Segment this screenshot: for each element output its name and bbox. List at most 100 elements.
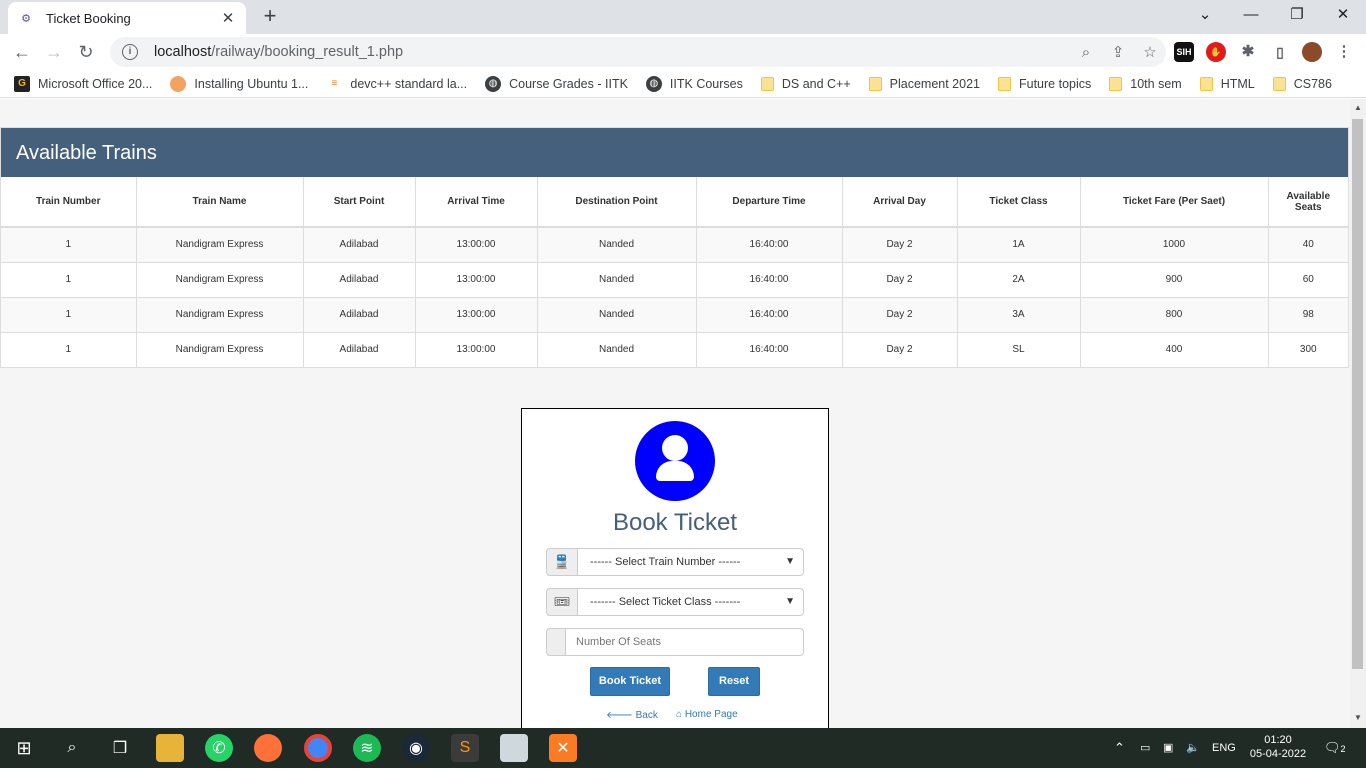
windows-start-icon[interactable]: ⊞	[10, 734, 38, 762]
column-header: Departure Time	[696, 177, 843, 228]
back-link[interactable]: 🡐 Back	[606, 709, 658, 721]
notifications-icon[interactable]: 🗨2	[1324, 728, 1346, 768]
volume-icon[interactable]: 🔈	[1186, 728, 1200, 768]
bookmark-item[interactable]: ◍ IITK Courses	[645, 75, 743, 92]
image-viewer-icon[interactable]	[500, 734, 528, 762]
table-cell: 1A	[957, 226, 1081, 262]
back-arrow-icon[interactable]: ←	[8, 38, 36, 66]
bookmark-folder[interactable]: Placement 2021	[868, 76, 980, 91]
form-title: Book Ticket	[612, 509, 738, 536]
chrome-icon[interactable]	[304, 734, 332, 762]
side-panel-icon[interactable]: ▯	[1270, 42, 1290, 62]
close-window-button[interactable]: ✕	[1320, 0, 1366, 30]
adblock-extension-icon[interactable]: ✋	[1206, 42, 1226, 62]
bookmark-item[interactable]: ≡ devc++ standard la...	[326, 76, 467, 92]
reset-button[interactable]: Reset	[708, 667, 760, 696]
bookmark-label: Course Grades - IITK	[509, 76, 628, 91]
table-cell: Nanded	[537, 226, 697, 262]
battery-icon[interactable]: ▭	[1140, 728, 1150, 768]
number-of-seats-input[interactable]	[566, 628, 804, 656]
steam-icon[interactable]: ◉	[402, 734, 430, 762]
minimize-button[interactable]: —	[1228, 0, 1274, 30]
menu-kebab-icon[interactable]: ⋮	[1334, 42, 1354, 62]
bookmark-folder[interactable]: CS786	[1272, 76, 1332, 91]
train-number-select[interactable]: ------ Select Train Number ------ ▼	[578, 548, 804, 576]
table-row: 1 Nandigram Express Adilabad 13:00:00 Na…	[1, 296, 1348, 332]
address-bar[interactable]: i localhost/railway/booking_result_1.php…	[110, 37, 1166, 67]
show-hidden-icons-icon[interactable]: ⌃	[1114, 728, 1125, 768]
table-cell: Nandigram Express	[136, 226, 304, 262]
task-view-icon[interactable]: ❒	[106, 734, 134, 762]
table-cell: 13:00:00	[415, 261, 538, 297]
bookmark-folder[interactable]: 10th sem	[1109, 76, 1182, 91]
scroll-up-icon[interactable]: ▲	[1354, 103, 1362, 112]
page-scrollbar[interactable]: ▲ ▼	[1350, 99, 1366, 728]
scrollbar-thumb[interactable]	[1352, 119, 1363, 669]
table-cell: 16:40:00	[696, 296, 843, 332]
bookmark-folder[interactable]: Future topics	[998, 76, 1091, 91]
file-explorer-icon[interactable]	[156, 734, 184, 762]
ticket-icon: 🎟	[546, 588, 578, 616]
new-tab-button[interactable]: +	[258, 4, 282, 28]
bookmark-folder[interactable]: DS and C++	[760, 76, 851, 91]
network-icon[interactable]: ▣	[1163, 728, 1173, 768]
column-header: Destination Point	[537, 177, 697, 228]
xampp-icon[interactable]: ✕	[549, 734, 577, 762]
firefox-icon[interactable]	[254, 734, 282, 762]
available-trains-panel: Available Trains Train Number Train Name…	[0, 127, 1349, 368]
clock-date: 05-04-2022	[1249, 748, 1307, 760]
url-host: localhost	[154, 44, 212, 60]
ticket-class-select[interactable]: ------- Select Ticket Class ------- ▼	[578, 588, 804, 616]
bookmark-folder[interactable]: HTML	[1199, 76, 1255, 91]
column-header: Train Number	[1, 177, 137, 228]
train-icon: 🚆	[546, 548, 578, 576]
site-info-icon[interactable]: i	[122, 44, 138, 60]
bookmark-label: devc++ standard la...	[350, 76, 468, 91]
bookmark-item[interactable]: ◍ Course Grades - IITK	[485, 75, 628, 92]
ubuntu-icon	[170, 75, 187, 92]
clock-time: 01:20	[1264, 734, 1292, 746]
folder-icon	[760, 76, 774, 91]
sublime-text-icon[interactable]: S	[451, 734, 479, 762]
notification-count: 2	[1340, 744, 1346, 754]
spotify-icon[interactable]: ≋	[353, 734, 381, 762]
zoom-icon[interactable]: ⌕	[1070, 44, 1102, 61]
table-cell: Nanded	[537, 261, 697, 297]
scroll-down-icon[interactable]: ▼	[1354, 713, 1362, 722]
office-icon: G	[14, 75, 30, 92]
train-select-value: ------ Select Train Number ------	[590, 556, 741, 568]
whatsapp-icon[interactable]: ✆	[205, 734, 233, 762]
language-indicator[interactable]: ENG	[1212, 728, 1236, 768]
close-tab-icon[interactable]: ✕	[220, 9, 236, 27]
stackoverflow-icon: ≡	[331, 78, 338, 89]
bookmark-item[interactable]: Installing Ubuntu 1...	[170, 75, 308, 92]
bookmark-label: DS and C++	[781, 76, 851, 91]
table-cell: 16:40:00	[696, 331, 843, 367]
tab-strip: ⚙ Ticket Booking ✕ + ⌄ — ❐ ✕	[0, 0, 1366, 34]
profile-avatar[interactable]	[1302, 42, 1322, 62]
url-path: /railway/booking_result_1.php	[211, 44, 404, 60]
forward-arrow-icon[interactable]: →	[40, 38, 68, 66]
table-cell: Day 2	[842, 226, 958, 262]
tab-search-chevron-icon[interactable]: ⌄	[1182, 0, 1228, 30]
bookmark-item[interactable]: G Microsoft Office 20...	[14, 75, 152, 92]
user-avatar-icon	[635, 421, 715, 501]
site-favicon-icon: ⚙	[21, 12, 31, 25]
sih-extension-icon[interactable]: SIH	[1174, 42, 1194, 62]
table-cell: 300	[1268, 331, 1348, 367]
bookmark-star-icon[interactable]: ☆	[1134, 43, 1166, 61]
url-text[interactable]: localhost/railway/booking_result_1.php	[154, 44, 1070, 60]
home-page-link[interactable]: ⌂ Home Page	[676, 709, 738, 720]
reload-icon[interactable]: ↻	[72, 38, 100, 66]
restore-button[interactable]: ❐	[1274, 0, 1320, 30]
table-cell: Day 2	[842, 331, 958, 367]
tab-ticket-booking[interactable]: ⚙ Ticket Booking ✕	[8, 2, 246, 34]
extensions-puzzle-icon[interactable]: ✱	[1238, 42, 1258, 62]
table-cell: Day 2	[842, 261, 958, 297]
book-ticket-button[interactable]: Book Ticket	[590, 667, 670, 696]
bookmarks-bar: G Microsoft Office 20... Installing Ubunt…	[0, 70, 1366, 98]
home-icon: ⌂	[676, 709, 685, 720]
search-icon[interactable]: ⌕	[58, 734, 86, 762]
share-icon[interactable]: ⇪	[1102, 43, 1134, 61]
clock[interactable]: 01:20 05-04-2022	[1248, 728, 1308, 768]
